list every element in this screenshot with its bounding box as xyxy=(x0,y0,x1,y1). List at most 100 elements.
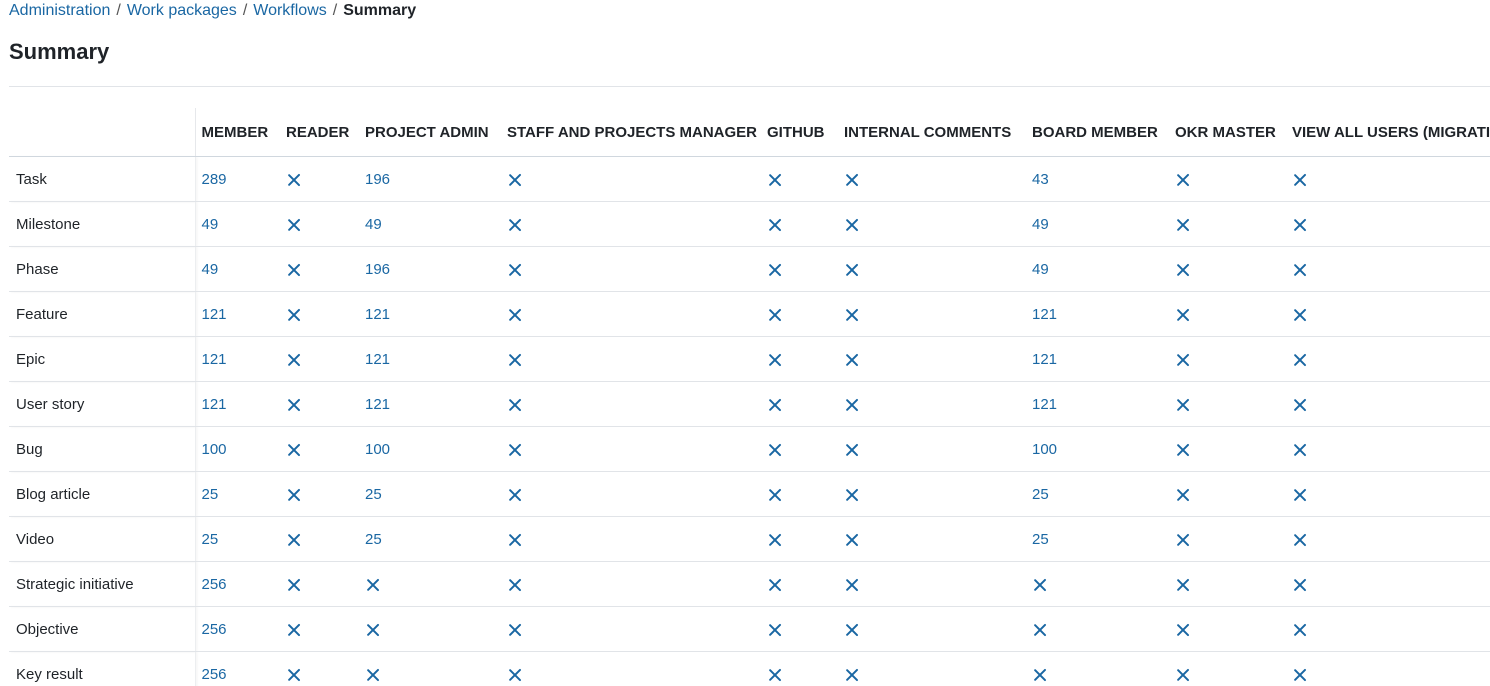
workflow-count-link[interactable]: 49 xyxy=(365,216,382,233)
workflow-cell: 100 xyxy=(195,426,280,472)
workflow-count-link[interactable]: 25 xyxy=(202,531,219,548)
workflow-count-link[interactable]: 43 xyxy=(1032,171,1049,188)
workflow-cell xyxy=(761,471,838,517)
workflow-count-link[interactable]: 49 xyxy=(202,261,219,278)
column-header-board-member: BOARD MEMBER xyxy=(1026,108,1169,157)
workflow-cell xyxy=(280,156,359,202)
workflow-count-link[interactable]: 121 xyxy=(1032,306,1057,323)
workflow-count-link[interactable]: 121 xyxy=(365,306,390,323)
table-row: Blog article 25 25 25 xyxy=(9,471,1490,517)
workflow-cell xyxy=(501,201,761,247)
workflow-cell xyxy=(1286,291,1490,337)
x-icon xyxy=(845,263,859,277)
x-icon xyxy=(287,398,301,412)
workflow-cell: 121 xyxy=(1026,381,1169,427)
workflow-cell xyxy=(280,471,359,517)
x-icon xyxy=(1293,263,1307,277)
workflow-count-link[interactable]: 256 xyxy=(202,576,227,593)
workflow-count-link[interactable]: 25 xyxy=(1032,531,1049,548)
workflow-count-link[interactable]: 25 xyxy=(202,486,219,503)
x-icon xyxy=(845,623,859,637)
workflow-cell xyxy=(1286,426,1490,472)
workflow-count-link[interactable]: 100 xyxy=(1032,441,1057,458)
x-icon xyxy=(508,308,522,322)
page-title: Summary xyxy=(9,39,110,64)
row-type-label: Bug xyxy=(9,426,196,472)
x-icon xyxy=(287,173,301,187)
workflow-count-link[interactable]: 49 xyxy=(202,216,219,233)
workflow-cell: 196 xyxy=(359,156,501,202)
x-icon xyxy=(768,398,782,412)
workflow-count-link[interactable]: 121 xyxy=(202,351,227,368)
breadcrumb-administration[interactable]: Administration xyxy=(9,2,110,19)
workflow-cell xyxy=(501,381,761,427)
x-icon xyxy=(1033,578,1047,592)
table-row: Task 289 196 43 xyxy=(9,156,1490,202)
x-icon xyxy=(508,488,522,502)
workflow-cell xyxy=(838,606,1026,652)
table-row: Strategic initiative 256 xyxy=(9,561,1490,607)
workflow-cell: 121 xyxy=(359,336,501,382)
x-icon xyxy=(845,578,859,592)
workflow-count-link[interactable]: 256 xyxy=(202,666,227,683)
x-icon xyxy=(287,308,301,322)
workflow-count-link[interactable]: 121 xyxy=(1032,351,1057,368)
x-icon xyxy=(508,218,522,232)
workflow-count-link[interactable]: 196 xyxy=(365,261,390,278)
x-icon xyxy=(508,668,522,682)
x-icon xyxy=(768,623,782,637)
workflow-count-link[interactable]: 121 xyxy=(365,351,390,368)
workflow-cell: 256 xyxy=(195,606,280,652)
workflow-cell: 121 xyxy=(1026,291,1169,337)
workflow-count-link[interactable]: 25 xyxy=(365,531,382,548)
workflow-count-link[interactable]: 289 xyxy=(202,171,227,188)
x-icon xyxy=(1176,398,1190,412)
workflow-cell xyxy=(761,201,838,247)
workflow-cell: 121 xyxy=(359,381,501,427)
workflow-count-link[interactable]: 121 xyxy=(202,396,227,413)
x-icon xyxy=(1293,443,1307,457)
workflow-count-link[interactable]: 121 xyxy=(1032,396,1057,413)
x-icon xyxy=(1033,668,1047,682)
x-icon xyxy=(1293,488,1307,502)
workflow-cell xyxy=(359,651,501,686)
workflow-count-link[interactable]: 100 xyxy=(202,441,227,458)
workflow-count-link[interactable]: 121 xyxy=(202,306,227,323)
breadcrumb-workflows[interactable]: Workflows xyxy=(253,2,327,19)
row-type-label: Task xyxy=(9,156,196,202)
workflow-count-link[interactable]: 25 xyxy=(365,486,382,503)
x-icon xyxy=(366,668,380,682)
workflow-cell xyxy=(838,246,1026,292)
x-icon xyxy=(508,398,522,412)
workflow-summary-table-container[interactable]: MEMBER READER PROJECT ADMIN STAFF AND PROJE… xyxy=(9,108,1490,686)
x-icon xyxy=(1293,308,1307,322)
workflow-count-link[interactable]: 196 xyxy=(365,171,390,188)
workflow-cell: 25 xyxy=(195,471,280,517)
breadcrumb-work-packages[interactable]: Work packages xyxy=(127,2,237,19)
workflow-cell: 196 xyxy=(359,246,501,292)
column-header-project-admin: PROJECT ADMIN xyxy=(359,108,501,157)
title-divider xyxy=(9,86,1490,87)
workflow-count-link[interactable]: 49 xyxy=(1032,261,1049,278)
workflow-cell: 100 xyxy=(359,426,501,472)
x-icon xyxy=(508,173,522,187)
workflow-count-link[interactable]: 100 xyxy=(365,441,390,458)
workflow-cell xyxy=(1169,156,1286,202)
workflow-count-link[interactable]: 25 xyxy=(1032,486,1049,503)
workflow-cell xyxy=(838,651,1026,686)
workflow-count-link[interactable]: 49 xyxy=(1032,216,1049,233)
workflow-cell xyxy=(761,606,838,652)
workflow-count-link[interactable]: 256 xyxy=(202,621,227,638)
row-type-label: Feature xyxy=(9,291,196,337)
workflow-cell: 25 xyxy=(1026,516,1169,562)
table-row: Milestone 49 49 49 xyxy=(9,201,1490,247)
workflow-count-link[interactable]: 121 xyxy=(365,396,390,413)
workflow-cell xyxy=(1286,606,1490,652)
x-icon xyxy=(768,533,782,547)
workflow-cell: 43 xyxy=(1026,156,1169,202)
workflow-cell xyxy=(1026,561,1169,607)
x-icon xyxy=(845,173,859,187)
column-header-internal-comments: INTERNAL COMMENTS xyxy=(838,108,1026,157)
workflow-cell xyxy=(1026,651,1169,686)
workflow-cell xyxy=(1169,651,1286,686)
